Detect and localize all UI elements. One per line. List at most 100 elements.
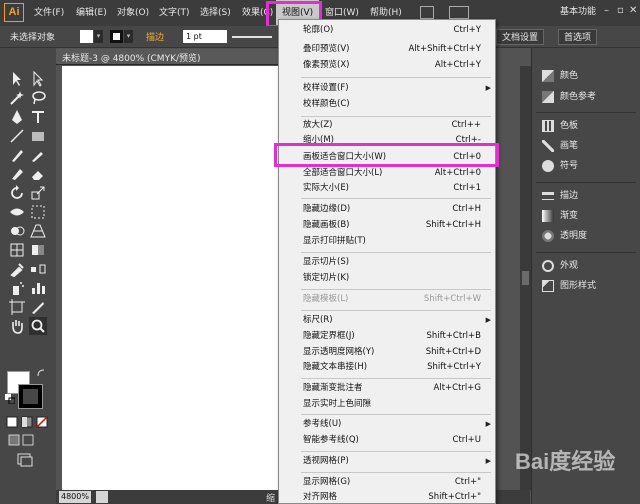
menu-item-show-print-tiling[interactable]: 显示打印拼贴(T) [303, 234, 491, 249]
line-tool-icon[interactable] [8, 127, 26, 145]
rectangle-tool-icon[interactable] [29, 127, 47, 145]
document-setup-button[interactable]: 文档设置 [496, 29, 545, 45]
slice-tool-icon[interactable] [29, 298, 47, 316]
stroke-profile[interactable] [232, 36, 272, 38]
stroke-weight-field[interactable]: 1 pt [183, 30, 227, 43]
artboard-tool-icon[interactable] [8, 298, 26, 316]
menu-item-show-slices[interactable]: 显示切片(S) [303, 255, 491, 270]
menu-item-snap-to-grid[interactable]: 对齐网格 Shift+Ctrl+" [303, 490, 491, 504]
menu-item-proof-colors[interactable]: 校样颜色(C) [303, 97, 491, 112]
screen-mode-icon[interactable] [17, 453, 33, 467]
eraser-tool-icon[interactable] [29, 165, 47, 183]
blob-brush-tool-icon[interactable] [8, 165, 26, 183]
arrange-documents-icon[interactable] [449, 6, 469, 19]
panel-divider [536, 182, 636, 183]
pen-tool-icon[interactable] [8, 108, 26, 126]
menu-item-guides[interactable]: 参考线(U) ▶ [303, 417, 491, 432]
panel-transparency[interactable]: 透明度 [542, 228, 587, 244]
menu-item-pixel-preview[interactable]: 像素预览(X) Alt+Ctrl+Y [303, 58, 491, 73]
restore-icon[interactable]: ▫ [617, 5, 627, 17]
magic-wand-tool-icon[interactable] [8, 89, 26, 107]
zoom-level-field[interactable]: 4800% [59, 491, 91, 503]
menu-edit[interactable]: 编辑(E) [76, 0, 107, 26]
scale-tool-icon[interactable] [29, 184, 47, 202]
stroke-dropdown-icon[interactable]: ▾ [124, 30, 133, 43]
column-graph-tool-icon[interactable] [29, 279, 47, 297]
menu-item-fit-all[interactable]: 全部适合窗口大小(L) Alt+Ctrl+0 [303, 166, 491, 181]
menu-item-hide-artboards[interactable]: 隐藏画板(B) Shift+Ctrl+H [303, 218, 491, 233]
panel-appearance[interactable]: 外观 [542, 258, 578, 274]
menu-item-lock-slices[interactable]: 锁定切片(K) [303, 271, 491, 286]
gradient-mode-icon[interactable] [21, 416, 33, 428]
zoom-tool-icon[interactable] [29, 317, 47, 335]
panel-gradient[interactable]: 渐变 [542, 208, 578, 224]
menu-item-hide-template[interactable]: 隐藏模板(L) Shift+Ctrl+W [303, 292, 491, 307]
eyedropper-tool-icon[interactable] [8, 260, 26, 278]
panel-brushes[interactable]: 画笔 [542, 138, 578, 154]
vertical-scrollbar[interactable] [520, 66, 531, 490]
panel-symbols[interactable]: 符号 [542, 158, 578, 174]
menu-item-hide-text-threads[interactable]: 隐藏文本串接(H) Shift+Ctrl+Y [303, 360, 491, 375]
shape-builder-tool-icon[interactable] [8, 222, 26, 240]
workspace-switcher[interactable]: 基本功能 [560, 4, 598, 21]
artboard-canvas[interactable] [62, 66, 280, 490]
menu-select[interactable]: 选择(S) [200, 0, 231, 26]
symbol-sprayer-tool-icon[interactable] [8, 279, 26, 297]
artboard-navigation[interactable] [96, 491, 108, 503]
panel-stroke[interactable]: 描边 [542, 188, 578, 204]
menu-item-zoom-in[interactable]: 放大(Z) Ctrl++ [303, 118, 491, 133]
bridge-icon[interactable] [420, 6, 434, 19]
panel-color[interactable]: 颜色 [542, 68, 578, 84]
rotate-tool-icon[interactable] [8, 184, 26, 202]
menu-item-hide-gradient-annotator[interactable]: 隐藏渐变批注者 Alt+Ctrl+G [303, 381, 491, 396]
submenu-arrow-icon: ▶ [485, 316, 491, 324]
minimize-icon[interactable]: – [604, 5, 614, 17]
type-tool-icon[interactable] [29, 108, 47, 126]
app-logo: Ai [4, 3, 24, 22]
menu-item-hide-edges[interactable]: 隐藏边缘(D) Ctrl+H [303, 202, 491, 217]
menu-item-hide-bounding-box[interactable]: 隐藏定界框(J) Shift+Ctrl+B [303, 329, 491, 344]
preferences-button[interactable]: 首选项 [558, 29, 598, 45]
width-tool-icon[interactable] [8, 203, 26, 221]
panel-color-guide[interactable]: 颜色参考 [542, 89, 596, 105]
menu-item-show-live-paint-gaps[interactable]: 显示实时上色间隙 [303, 397, 491, 412]
menu-item-overprint-preview[interactable]: 叠印预览(V) Alt+Shift+Ctrl+Y [303, 42, 491, 57]
blend-tool-icon[interactable] [29, 260, 47, 278]
mesh-tool-icon[interactable] [8, 241, 26, 259]
gradient-tool-icon[interactable] [29, 241, 47, 259]
stroke-swatch[interactable] [110, 30, 123, 43]
perspective-grid-tool-icon[interactable] [29, 222, 47, 240]
close-icon[interactable]: ✕ [629, 5, 639, 17]
menu-item-proof-setup[interactable]: 校样设置(F) ▶ [303, 81, 491, 96]
scrollbar-thumb[interactable] [522, 271, 529, 285]
menu-item-show-grid[interactable]: 显示网格(G) Ctrl+" [303, 475, 491, 490]
stroke-color-box[interactable] [18, 384, 43, 409]
menu-file[interactable]: 文件(F) [34, 0, 64, 26]
color-mode-icon[interactable] [6, 416, 18, 428]
default-colors-icon[interactable] [5, 394, 16, 405]
menu-item-rulers[interactable]: 标尺(R) ▶ [303, 313, 491, 328]
fill-dropdown-icon[interactable]: ▾ [94, 30, 103, 43]
menu-item-perspective-grid[interactable]: 透视网格(P) ▶ [303, 454, 491, 469]
selection-tool-icon[interactable] [8, 70, 26, 88]
lasso-tool-icon[interactable] [29, 89, 47, 107]
none-mode-icon[interactable] [36, 416, 48, 428]
panel-swatches[interactable]: 色板 [542, 118, 578, 134]
menu-item-outline[interactable]: 轮廓(O) Ctrl+Y [303, 23, 491, 38]
menu-item-actual-size[interactable]: 实际大小(E) Ctrl+1 [303, 181, 491, 196]
hand-tool-icon[interactable] [8, 317, 26, 335]
free-transform-tool-icon[interactable] [29, 203, 47, 221]
menu-item-smart-guides[interactable]: 智能参考线(Q) Ctrl+U [303, 433, 491, 448]
swap-fill-stroke-icon[interactable] [36, 368, 46, 378]
pencil-tool-icon[interactable] [29, 146, 47, 164]
fill-swatch[interactable] [80, 30, 93, 43]
menu-object[interactable]: 对象(O) [117, 0, 149, 26]
drawing-modes-icon[interactable] [8, 434, 36, 446]
direct-selection-tool-icon[interactable] [29, 70, 47, 88]
menu-item-show-transparency-grid[interactable]: 显示透明度网格(Y) Shift+Ctrl+D [303, 345, 491, 360]
stroke-label[interactable]: 描边 [146, 30, 164, 43]
paintbrush-tool-icon[interactable] [8, 146, 26, 164]
menu-type[interactable]: 文字(T) [159, 0, 190, 26]
document-tab[interactable]: 未标题-3 @ 4800% (CMYK/预览) [56, 49, 280, 65]
panel-graphic-styles[interactable]: 图形样式 [542, 278, 596, 294]
